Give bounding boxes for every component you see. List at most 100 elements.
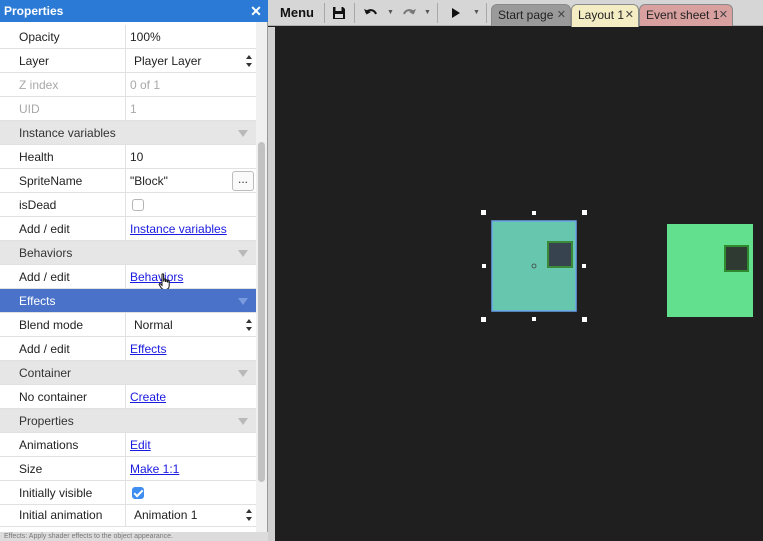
- sprite-instance[interactable]: [667, 224, 753, 317]
- initial-animation-select[interactable]: Animation 1: [127, 503, 256, 527]
- select-arrows-icon: [246, 509, 252, 521]
- prop-row-opacity[interactable]: Opacity 100%: [0, 25, 256, 49]
- instance-variables-link[interactable]: Instance variables: [130, 222, 227, 236]
- prop-key: Initial animation: [0, 503, 126, 527]
- link-cell: Instance variables: [127, 217, 256, 241]
- collapse-triangle-icon[interactable]: [238, 298, 248, 305]
- tab-layout-1[interactable]: Layout 1 ✕: [571, 4, 639, 27]
- isdead-checkbox[interactable]: [132, 199, 144, 211]
- prop-key: No container: [0, 385, 126, 409]
- prop-row-size[interactable]: Size Make 1:1: [0, 457, 256, 481]
- blend-mode-value: Normal: [134, 318, 173, 332]
- properties-panel-title: Properties ✕: [0, 0, 268, 22]
- resize-handle: [582, 264, 586, 268]
- undo-dropdown-icon[interactable]: ▼: [387, 3, 394, 23]
- tab-label: Layout 1: [578, 8, 625, 22]
- tab-label: Event sheet 1: [646, 8, 720, 22]
- group-properties[interactable]: Properties: [0, 409, 256, 433]
- prop-key: Add / edit: [0, 217, 126, 241]
- prop-row-add-edit-ivars[interactable]: Add / edit Instance variables: [0, 217, 256, 241]
- blend-mode-select[interactable]: Normal: [127, 313, 256, 337]
- effects-link[interactable]: Effects: [130, 342, 166, 356]
- uid-value: 1: [130, 102, 137, 116]
- resize-handle: [532, 317, 536, 321]
- layer-select[interactable]: Player Layer: [127, 49, 256, 73]
- layout-canvas[interactable]: [275, 27, 763, 541]
- group-effects[interactable]: Effects: [0, 289, 256, 313]
- prop-key: Blend mode: [0, 313, 126, 337]
- prop-row-add-edit-effects[interactable]: Add / edit Effects: [0, 337, 256, 361]
- group-label: Container: [19, 366, 72, 380]
- group-instance-variables[interactable]: Instance variables: [0, 121, 256, 145]
- undo-icon[interactable]: [362, 2, 380, 24]
- prop-key: SpriteName: [0, 169, 126, 193]
- redo-icon[interactable]: [400, 2, 418, 24]
- collapse-triangle-icon[interactable]: [238, 130, 248, 137]
- redo-dropdown-icon[interactable]: ▼: [424, 3, 431, 23]
- z-index-value: 0 of 1: [130, 78, 161, 92]
- edit-animations-link[interactable]: Edit: [130, 438, 151, 452]
- collapse-triangle-icon[interactable]: [238, 418, 248, 425]
- tab-label: Start page: [498, 8, 554, 22]
- sprite-inner-square: [547, 241, 573, 268]
- close-icon[interactable]: ✕: [247, 0, 265, 22]
- prop-row-layer[interactable]: Layer Player Layer: [0, 49, 256, 73]
- sprite-inner-square: [724, 245, 749, 272]
- prop-row-isdead[interactable]: isDead: [0, 193, 256, 217]
- link-cell: Make 1:1: [127, 457, 256, 481]
- prop-row-no-container[interactable]: No container Create: [0, 385, 256, 409]
- initially-visible-checkbox[interactable]: [132, 487, 144, 499]
- make-1-1-link[interactable]: Make 1:1: [130, 462, 179, 476]
- menu-button[interactable]: Menu: [274, 2, 320, 24]
- resize-handle: [482, 264, 486, 268]
- behaviors-link[interactable]: Behaviors: [130, 270, 183, 284]
- prop-row-uid: UID 1: [0, 97, 256, 121]
- close-tab-icon[interactable]: ✕: [625, 5, 634, 26]
- prop-row-spritename[interactable]: SpriteName "Block" ...: [0, 169, 256, 193]
- resize-handle: [481, 210, 486, 215]
- tab-start-page[interactable]: Start page ✕: [491, 4, 571, 26]
- canvas-border: [268, 27, 275, 541]
- selected-sprite[interactable]: [481, 210, 587, 322]
- link-cell: Edit: [127, 433, 256, 457]
- group-behaviors[interactable]: Behaviors: [0, 241, 256, 265]
- tab-event-sheet-1[interactable]: Event sheet 1 ✕: [639, 4, 733, 26]
- spritename-value: "Block": [130, 174, 168, 188]
- properties-scrollbar[interactable]: [256, 22, 267, 532]
- group-label: Effects: [19, 294, 56, 308]
- toolbar-divider: [486, 3, 487, 23]
- prop-key: Z index: [0, 73, 126, 97]
- close-tab-icon[interactable]: ✕: [557, 5, 566, 26]
- prop-row-blend-mode[interactable]: Blend mode Normal: [0, 313, 256, 337]
- group-label: Properties: [19, 414, 74, 428]
- visible-cell: [127, 481, 256, 505]
- resize-handle: [582, 210, 587, 215]
- play-dropdown-icon[interactable]: ▼: [473, 3, 480, 23]
- layer-select-value: Player Layer: [134, 54, 202, 68]
- scrollbar-thumb[interactable]: [258, 142, 265, 482]
- property-description: Effects: Apply shader effects to the obj…: [0, 532, 268, 541]
- resize-handle: [481, 317, 486, 322]
- group-container[interactable]: Container: [0, 361, 256, 385]
- save-icon[interactable]: [330, 2, 348, 24]
- toolbar-divider: [354, 3, 355, 23]
- prop-row-health[interactable]: Health 10: [0, 145, 256, 169]
- close-tab-icon[interactable]: ✕: [719, 5, 728, 26]
- prop-row-add-edit-behaviors[interactable]: Add / edit Behaviors: [0, 265, 256, 290]
- collapse-triangle-icon[interactable]: [238, 370, 248, 377]
- properties-panel: Properties ✕ Opacity 100% Layer Player L…: [0, 0, 268, 541]
- spritename-field[interactable]: "Block" ...: [127, 169, 256, 193]
- link-cell: Create: [127, 385, 256, 409]
- prop-key: Size: [0, 457, 126, 481]
- collapse-triangle-icon[interactable]: [238, 250, 248, 257]
- prop-row-initially-visible[interactable]: Initially visible: [0, 481, 256, 505]
- select-arrows-icon: [246, 319, 252, 331]
- play-icon[interactable]: [448, 2, 464, 24]
- group-label: Behaviors: [19, 246, 73, 260]
- prop-row-initial-animation[interactable]: Initial animation Animation 1: [0, 503, 256, 527]
- health-field[interactable]: 10: [127, 145, 256, 169]
- create-container-link[interactable]: Create: [130, 390, 166, 404]
- opacity-field[interactable]: 100%: [127, 25, 256, 49]
- prop-row-animations[interactable]: Animations Edit: [0, 433, 256, 457]
- edit-text-button[interactable]: ...: [232, 171, 254, 191]
